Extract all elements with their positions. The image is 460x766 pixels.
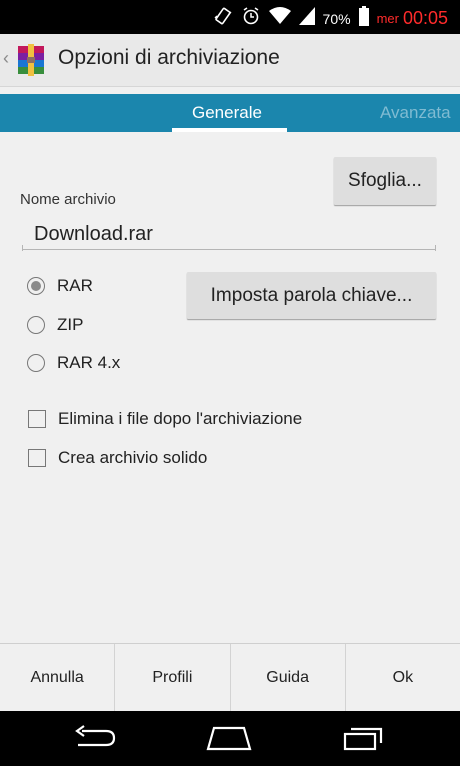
tab-avanzata[interactable]: Avanzata [380, 103, 451, 123]
format-option-rar4[interactable]: RAR 4.x [27, 353, 120, 373]
set-password-button[interactable]: Imposta parola chiave... [187, 272, 436, 319]
format-label: ZIP [57, 315, 84, 334]
option-solid-archive[interactable]: Crea archivio solido [28, 448, 207, 468]
recents-nav-icon[interactable] [343, 725, 387, 756]
format-option-rar[interactable]: RAR [27, 276, 93, 296]
archive-name-input[interactable] [22, 220, 436, 250]
radio-selected-dot [31, 281, 41, 291]
browse-button[interactable]: Sfoglia... [334, 157, 436, 205]
alarm-icon [241, 6, 261, 31]
option-label: Crea archivio solido [58, 448, 208, 467]
profiles-button[interactable]: Profili [115, 644, 231, 712]
winrar-logo-icon[interactable] [16, 44, 46, 76]
option-delete-files[interactable]: Elimina i file dopo l'archiviazione [28, 409, 302, 429]
radio-rar[interactable] [27, 277, 45, 295]
archive-name-label: Nome archivio [20, 191, 116, 208]
format-label: RAR 4.x [57, 353, 121, 372]
radio-zip[interactable] [27, 316, 45, 334]
home-nav-icon[interactable] [205, 725, 253, 756]
tab-strip: Generale Avanzata [0, 94, 460, 132]
battery-percent: 70% [322, 10, 351, 27]
page-title: Opzioni di archiviazione [58, 46, 280, 69]
vibrate-icon [213, 6, 233, 31]
format-option-zip[interactable]: ZIP [27, 315, 83, 335]
tab-generale[interactable]: Generale [192, 103, 262, 123]
tab-indicator [172, 128, 287, 132]
option-label: Elimina i file dopo l'archiviazione [58, 409, 303, 428]
bottom-button-bar: Annulla Profili Guida Ok [0, 643, 460, 712]
radio-rar4[interactable] [27, 354, 45, 372]
ok-button[interactable]: Ok [346, 644, 460, 712]
checkbox-solid-archive[interactable] [28, 449, 46, 467]
checkbox-delete-files[interactable] [28, 410, 46, 428]
status-day: mer [376, 11, 399, 26]
back-icon[interactable]: ‹ [3, 48, 9, 69]
format-label: RAR [57, 276, 93, 295]
status-icons: 70% mer 00:05 [213, 6, 448, 31]
input-edge-left [22, 245, 23, 251]
action-bar: ‹ Opzioni di archiviazione [0, 34, 460, 87]
input-edge-right [435, 245, 436, 251]
cancel-button[interactable]: Annulla [0, 644, 116, 712]
status-bar: 70% mer 00:05 [0, 0, 460, 34]
wifi-icon [268, 7, 291, 30]
back-nav-icon[interactable] [72, 725, 118, 756]
signal-icon [298, 7, 315, 30]
navigation-bar [0, 711, 460, 766]
help-button[interactable]: Guida [231, 644, 346, 712]
battery-icon [358, 6, 369, 31]
status-time: 00:05 [402, 8, 448, 28]
